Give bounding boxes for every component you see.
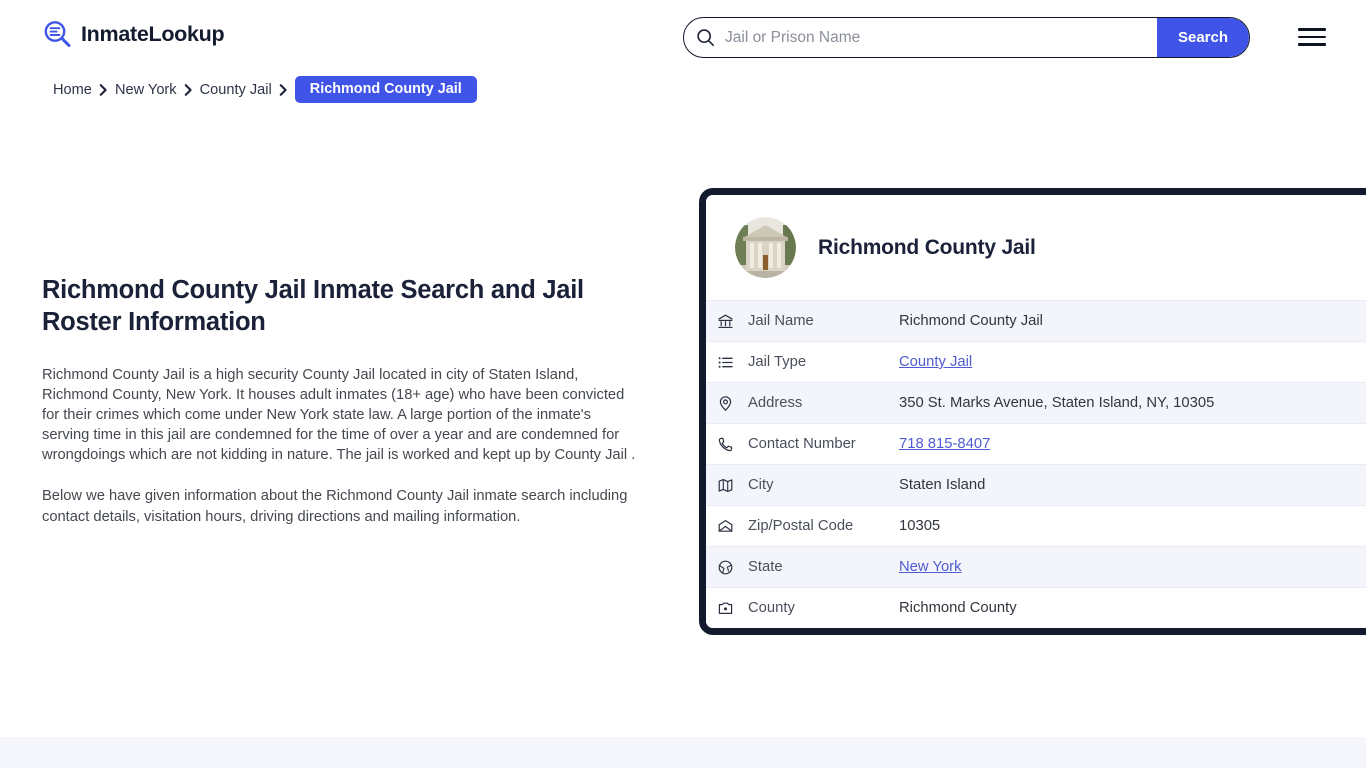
row-label: State [748,559,783,575]
breadcrumb-item-home[interactable]: Home [53,82,92,98]
table-row-jail-name: Jail Name Richmond County Jail [706,300,1366,341]
row-value: Richmond County [899,600,1017,616]
phone-icon [718,437,733,451]
intro-paragraph-1: Richmond County Jail is a high security … [42,366,636,464]
row-label: City [748,477,774,493]
list-icon [718,356,733,368]
bank-building-icon [718,314,733,328]
breadcrumb-current: Richmond County Jail [294,76,477,103]
breadcrumb-item-state[interactable]: New York [115,82,177,98]
page-title: Richmond County Jail Inmate Search and J… [42,276,584,337]
intro-paragraph-2: Below we have given information about th… [42,488,628,525]
jail-card-title: Richmond County Jail [818,235,1036,259]
map-pin-icon [719,395,732,411]
page-bottom-band [0,737,1366,768]
search-input[interactable] [715,18,1157,57]
row-label: Jail Name [748,313,814,329]
table-row-jail-type: Jail Type County Jail [706,341,1366,382]
search-bar[interactable]: Search [683,17,1250,58]
row-value-link-jail-type[interactable]: County Jail [899,354,972,370]
table-row-address: Address 350 St. Marks Avenue, Staten Isl… [706,382,1366,423]
row-label: Zip/Postal Code [748,518,854,534]
breadcrumb-item-jail-type[interactable]: County Jail [200,82,272,98]
row-value: Richmond County Jail [899,313,1043,329]
table-row-contact-number: Contact Number 718 815-8407 [706,423,1366,464]
row-value: 350 St. Marks Avenue, Staten Island, NY,… [899,395,1215,411]
search-button[interactable]: Search [1157,18,1249,57]
row-value: 10305 [899,518,941,534]
row-label: County [748,600,795,616]
chevron-right-icon [99,83,107,96]
row-label: Address [748,395,803,411]
table-row-city: City Staten Island [706,464,1366,505]
jail-details-table: Jail Name Richmond County Jail Jail Type… [706,300,1366,628]
chevron-right-icon [184,83,192,96]
site-header: InmateLookup Search [0,0,1366,74]
table-row-zip-code: Zip/Postal Code 10305 [706,505,1366,546]
map-icon [718,478,733,492]
site-logo[interactable]: InmateLookup [42,19,225,49]
hamburger-menu-icon[interactable] [1296,24,1328,50]
county-badge-icon [718,602,733,614]
menu-bar-3 [1298,43,1326,46]
chevron-right-icon [279,83,287,96]
row-label: Jail Type [748,354,807,370]
intro-section: Richmond County Jail Inmate Search and J… [42,274,642,527]
row-value: Staten Island [899,477,986,493]
table-row-county: County Richmond County [706,587,1366,628]
search-icon [697,29,715,47]
menu-bar-1 [1298,28,1326,31]
logo-text: InmateLookup [81,21,225,46]
courthouse-photo [735,217,796,278]
table-row-state: State New York [706,546,1366,587]
row-label: Contact Number [748,436,856,452]
globe-icon [718,560,733,574]
row-value-link-state[interactable]: New York [899,559,962,575]
breadcrumb: Home New York County Jail Richmond Count… [53,76,477,103]
jail-info-card-header: Richmond County Jail [706,195,1366,300]
magnifier-list-icon [44,21,71,47]
jail-info-card: Richmond County Jail Jail Name Richmond … [699,188,1366,635]
menu-bar-2 [1298,35,1326,39]
envelope-icon [718,519,733,532]
row-value-link-phone[interactable]: 718 815-8407 [899,436,990,452]
